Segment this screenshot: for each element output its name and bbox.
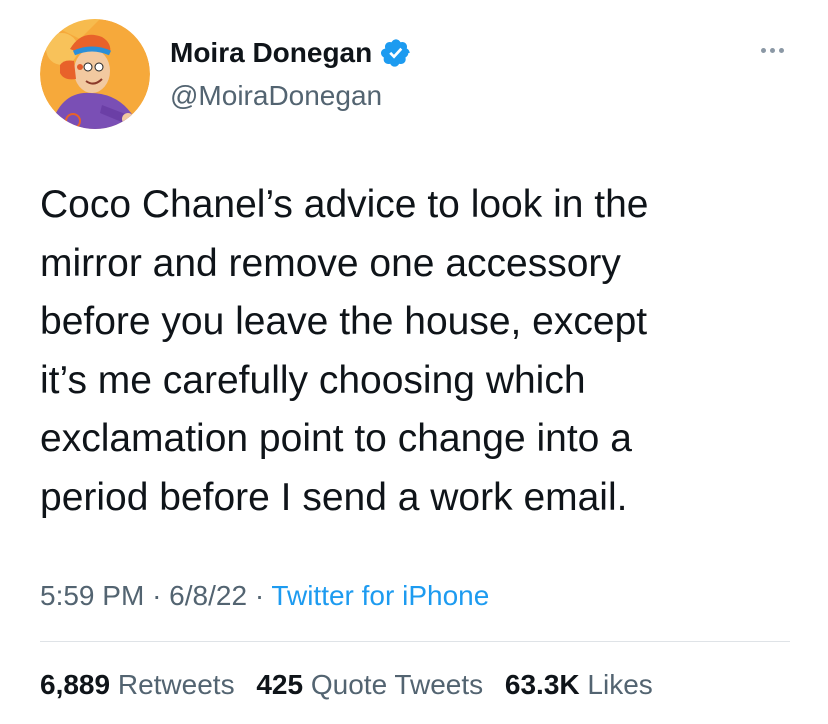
user-handle[interactable]: @MoiraDonegan <box>170 79 382 113</box>
tweet-text-line: Coco Chanel’s advice to look in the <box>40 183 649 226</box>
more-dot-icon <box>760 47 766 53</box>
retweets-count: 6,889 <box>40 669 111 700</box>
tweet-stats: 6,889 Retweets 425 Quote Tweets 63.3K Li… <box>40 665 667 705</box>
more-dot-icon <box>769 47 775 53</box>
quote-tweets-count: 425 <box>256 669 304 700</box>
divider <box>40 641 790 642</box>
likes-label: Likes <box>587 669 653 700</box>
tweet-text: Coco Chanel’s advice to look in the mirr… <box>40 176 800 527</box>
name-row: Moira Donegan <box>170 36 412 70</box>
verified-badge-icon <box>380 37 412 69</box>
tweet-text-line: mirror and remove one accessory <box>40 241 621 285</box>
meta-separator: · <box>152 580 162 611</box>
tweet-text-line: before you leave the house, except <box>40 300 648 343</box>
tweet-meta: 5:59 PM · 6/8/22 · Twitter for iPhone <box>40 576 489 616</box>
tweet-time[interactable]: 5:59 PM <box>40 580 144 611</box>
cartoon-avatar-icon <box>40 19 150 129</box>
quote-tweets-label: Quote Tweets <box>310 669 484 700</box>
likes-stat[interactable]: 63.3K Likes <box>505 669 653 700</box>
likes-count: 63.3K <box>504 669 580 700</box>
avatar[interactable] <box>40 19 150 129</box>
retweets-label: Retweets <box>117 669 235 700</box>
quote-tweets-stat[interactable]: 425 Quote Tweets <box>256 669 483 700</box>
tweet-text-line: it’s me carefully choosing which <box>40 358 586 402</box>
tweet-source-link[interactable]: Twitter for iPhone <box>271 580 489 611</box>
tweet-date[interactable]: 6/8/22 <box>169 580 247 611</box>
tweet-text-line: exclamation point to change into a <box>40 417 632 460</box>
tweet-text-line: period before I send a work email. <box>40 475 628 519</box>
more-dot-icon <box>778 47 784 53</box>
meta-separator: · <box>254 580 265 611</box>
display-name[interactable]: Moira Donegan <box>170 36 372 70</box>
retweets-stat[interactable]: 6,889 Retweets <box>40 669 235 700</box>
more-options-button[interactable] <box>752 40 792 60</box>
